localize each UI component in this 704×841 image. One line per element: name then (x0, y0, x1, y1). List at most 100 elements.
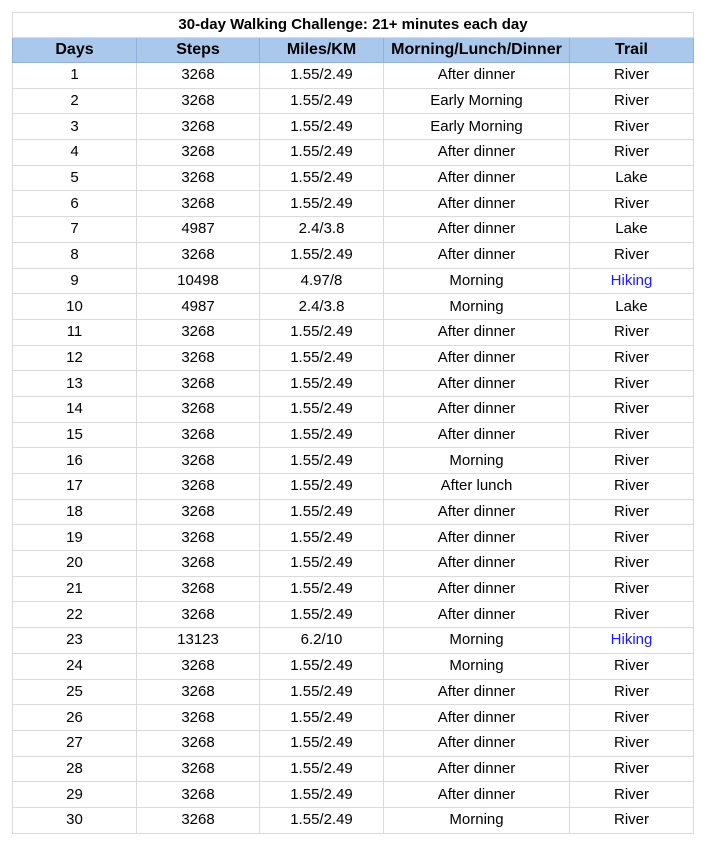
distance-cell: 1.55/2.49 (259, 421, 384, 449)
steps-cell: 3268 (136, 318, 260, 346)
time-of-day-cell: After dinner (383, 241, 570, 269)
distance-cell: 1.55/2.49 (259, 318, 384, 346)
day-cell: 24 (12, 652, 137, 680)
table-row: 5 3268 1.55/2.49 After dinner Lake (12, 164, 694, 192)
time-of-day-cell: After dinner (383, 781, 570, 808)
table-row: 21 3268 1.55/2.49 After dinner River (12, 575, 694, 603)
distance-cell: 1.55/2.49 (259, 447, 384, 474)
table-row: 4 3268 1.55/2.49 After dinner River (12, 139, 694, 166)
trail-cell[interactable]: Hiking (569, 267, 694, 295)
steps-cell: 3268 (136, 678, 260, 706)
time-of-day-cell: Morning (383, 652, 570, 680)
steps-cell: 10498 (136, 267, 260, 295)
distance-cell: 1.55/2.49 (259, 550, 384, 577)
steps-cell: 3268 (136, 524, 260, 552)
distance-cell: 4.97/8 (259, 267, 384, 295)
time-of-day-cell: After dinner (383, 139, 570, 166)
table-row: 1 3268 1.55/2.49 After dinner River (12, 62, 694, 89)
table-body: 1 3268 1.55/2.49 After dinner River 2 3268 1.55… (12, 62, 694, 834)
trail-cell: River (569, 806, 694, 834)
time-of-day-cell: After lunch (383, 473, 570, 500)
steps-cell: 3268 (136, 447, 260, 474)
steps-cell: 3268 (136, 473, 260, 500)
trail-cell[interactable]: Hiking (569, 627, 694, 654)
distance-cell: 1.55/2.49 (259, 241, 384, 269)
steps-cell: 3268 (136, 729, 260, 757)
time-of-day-cell: After dinner (383, 344, 570, 372)
steps-cell: 4987 (136, 216, 260, 243)
column-header-steps: Steps (136, 37, 260, 63)
time-of-day-cell: After dinner (383, 498, 570, 526)
day-cell: 4 (12, 139, 137, 166)
steps-cell: 3268 (136, 113, 260, 141)
day-cell: 12 (12, 344, 137, 372)
table-row: 26 3268 1.55/2.49 After dinner River (12, 704, 694, 731)
distance-cell: 1.55/2.49 (259, 473, 384, 500)
steps-cell: 13123 (136, 627, 260, 654)
title-row: 30-day Walking Challenge: 21+ minutes ea… (12, 12, 694, 38)
distance-cell: 1.55/2.49 (259, 113, 384, 141)
distance-cell: 1.55/2.49 (259, 652, 384, 680)
time-of-day-cell: Morning (383, 806, 570, 834)
table-row: 7 4987 2.4/3.8 After dinner Lake (12, 216, 694, 243)
day-cell: 29 (12, 781, 137, 808)
day-cell: 30 (12, 806, 137, 834)
steps-cell: 3268 (136, 652, 260, 680)
column-header-trail: Trail (569, 37, 694, 63)
day-cell: 22 (12, 601, 137, 629)
trail-cell: River (569, 498, 694, 526)
steps-cell: 3268 (136, 190, 260, 218)
distance-cell: 1.55/2.49 (259, 370, 384, 397)
distance-cell: 1.55/2.49 (259, 190, 384, 218)
day-cell: 18 (12, 498, 137, 526)
distance-cell: 1.55/2.49 (259, 164, 384, 192)
table-row: 14 3268 1.55/2.49 After dinner River (12, 395, 694, 423)
steps-cell: 4987 (136, 293, 260, 320)
distance-cell: 1.55/2.49 (259, 781, 384, 808)
trail-cell: River (569, 550, 694, 577)
trail-cell: River (569, 318, 694, 346)
table-row: 15 3268 1.55/2.49 After dinner River (12, 421, 694, 449)
table-row: 29 3268 1.55/2.49 After dinner River (12, 781, 694, 808)
time-of-day-cell: After dinner (383, 729, 570, 757)
day-cell: 2 (12, 87, 137, 115)
time-of-day-cell: After dinner (383, 755, 570, 783)
table-row: 12 3268 1.55/2.49 After dinner River (12, 344, 694, 372)
time-of-day-cell: After dinner (383, 524, 570, 552)
table-row: 24 3268 1.55/2.49 Morning River (12, 652, 694, 680)
trail-cell: River (569, 370, 694, 397)
day-cell: 23 (12, 627, 137, 654)
trail-cell: River (569, 755, 694, 783)
steps-cell: 3268 (136, 62, 260, 89)
time-of-day-cell: Morning (383, 447, 570, 474)
time-of-day-cell: Morning (383, 267, 570, 295)
time-of-day-cell: After dinner (383, 678, 570, 706)
table-row: 6 3268 1.55/2.49 After dinner River (12, 190, 694, 218)
day-cell: 10 (12, 293, 137, 320)
column-header-time-of-day: Morning/Lunch/Dinner (383, 37, 570, 63)
steps-cell: 3268 (136, 498, 260, 526)
table-row: 8 3268 1.55/2.49 After dinner River (12, 241, 694, 269)
distance-cell: 1.55/2.49 (259, 601, 384, 629)
trail-cell: River (569, 704, 694, 731)
day-cell: 27 (12, 729, 137, 757)
table-row: 30 3268 1.55/2.49 Morning River (12, 806, 694, 834)
distance-cell: 1.55/2.49 (259, 806, 384, 834)
steps-cell: 3268 (136, 781, 260, 808)
distance-cell: 1.55/2.49 (259, 139, 384, 166)
day-cell: 8 (12, 241, 137, 269)
steps-cell: 3268 (136, 370, 260, 397)
day-cell: 13 (12, 370, 137, 397)
table-row: 2 3268 1.55/2.49 Early Morning River (12, 87, 694, 115)
trail-cell: River (569, 62, 694, 89)
time-of-day-cell: After dinner (383, 395, 570, 423)
trail-cell: River (569, 524, 694, 552)
day-cell: 3 (12, 113, 137, 141)
distance-cell: 1.55/2.49 (259, 755, 384, 783)
steps-cell: 3268 (136, 601, 260, 629)
day-cell: 28 (12, 755, 137, 783)
day-cell: 7 (12, 216, 137, 243)
day-cell: 1 (12, 62, 137, 89)
trail-cell: River (569, 139, 694, 166)
distance-cell: 6.2/10 (259, 627, 384, 654)
